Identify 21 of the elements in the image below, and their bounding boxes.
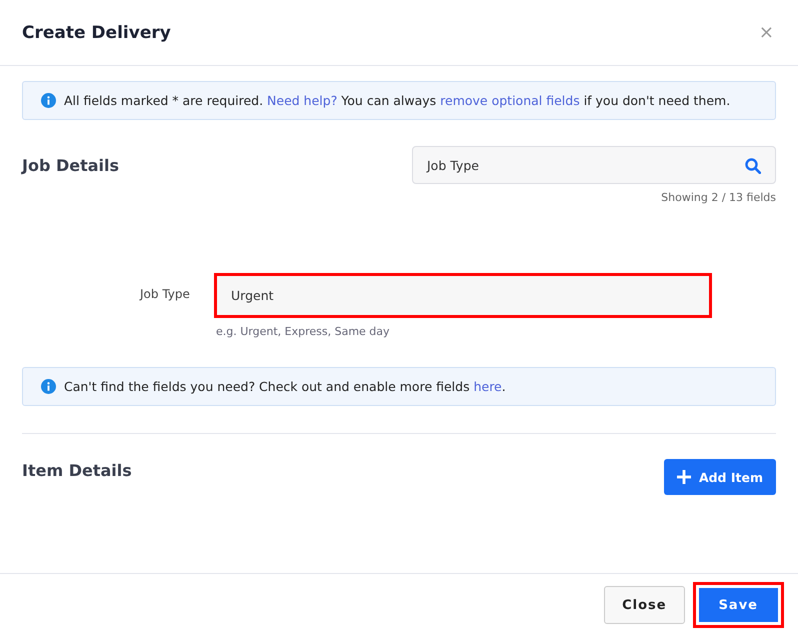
info-icon: [41, 93, 56, 108]
field-label: Job Type: [140, 286, 191, 301]
close-button[interactable]: ×: [756, 22, 776, 43]
help-link[interactable]: remove optional fields: [440, 93, 580, 108]
help-link[interactable]: Need help?: [267, 93, 338, 108]
add-item-button[interactable]: Add Item: [664, 459, 776, 495]
plus-icon: [676, 470, 691, 484]
notice-text: All fields marked * are required. Need help? You can always remove optional fields if you don't need them.: [64, 93, 730, 108]
save-button[interactable]: Save: [692, 582, 784, 628]
section-heading: Item Details: [22, 461, 132, 480]
info-icon: [41, 379, 56, 394]
dialog-title: Create Delivery: [22, 22, 171, 42]
search-icon[interactable]: [745, 158, 761, 174]
field-hint: e.g. Urgent, Express, Same day: [215, 325, 391, 338]
search-field[interactable]: Job Type: [412, 146, 776, 184]
close-button[interactable]: Close: [604, 586, 685, 624]
input-field[interactable]: Urgent: [214, 273, 712, 318]
field-count: Showing 2 / 13 fields: [661, 191, 776, 204]
section-heading: Job Details: [22, 156, 120, 177]
help-link[interactable]: here: [474, 379, 502, 394]
notice-text: Can't find the fields you need? Check out and enable more fields here.: [64, 379, 506, 394]
